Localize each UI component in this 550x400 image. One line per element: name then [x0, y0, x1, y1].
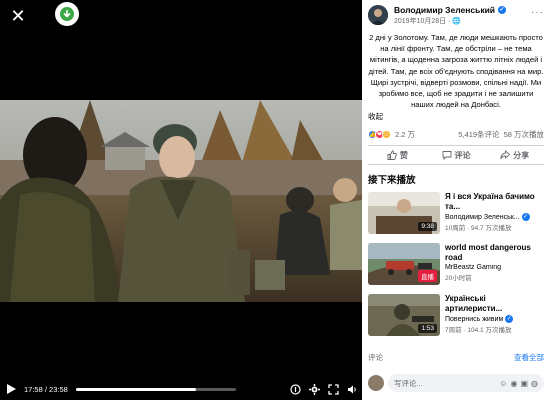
emoji-icon[interactable]: ☺	[499, 379, 507, 388]
post-author[interactable]: Володимир Зеленський ✓	[394, 5, 531, 15]
video-title[interactable]: Українські артилеристи...	[445, 294, 544, 314]
comment-placeholder: 写评论...	[394, 378, 423, 388]
fullscreen-icon[interactable]	[327, 383, 339, 395]
play-icon[interactable]	[4, 382, 18, 396]
more-options-icon[interactable]: ···	[531, 7, 544, 18]
globe-icon: 🌐	[452, 18, 462, 25]
post-counts: 5,419条评论 58 万次播放	[458, 129, 544, 140]
close-icon[interactable]: ✕	[8, 6, 28, 26]
post-stats: 👍 ❤ ☺ 2.2 万 5,419条评论 58 万次播放	[362, 128, 550, 140]
video-time: 17:58 / 23:58	[24, 384, 68, 394]
download-icon	[60, 7, 74, 21]
duration-badge: 9:38	[418, 222, 437, 232]
verified-icon: ✓	[505, 315, 514, 324]
video-meta: 7周前 · 104.1 万次播放	[445, 327, 512, 335]
avatar[interactable]	[368, 375, 384, 391]
list-item[interactable]: 9:38 Я і вся Україна бачимо та... Володи…	[362, 192, 550, 235]
video-info: Я і вся Україна бачимо та... Володимир З…	[445, 192, 544, 234]
thumbs-up-icon	[387, 150, 397, 161]
gif-icon[interactable]: ▣	[520, 379, 528, 388]
video-channel[interactable]: MrBeastz Gaming	[445, 264, 544, 271]
like-button[interactable]: 赞	[368, 150, 427, 161]
list-item[interactable]: 直播 world most dangerous road MrBeastz Ga…	[362, 243, 550, 286]
comments-label: 评论	[368, 353, 383, 362]
share-button[interactable]: 分享	[485, 150, 544, 161]
time-current: 17:58	[24, 384, 43, 394]
post-actions: 赞 评论 分享	[368, 145, 544, 166]
author-name[interactable]: Володимир Зеленський	[394, 5, 495, 15]
reaction-count[interactable]: 2.2 万	[395, 129, 415, 140]
comment-icon	[442, 151, 451, 161]
comment-input[interactable]: 写评论... ☺ ◉ ▣ ◍	[388, 374, 544, 392]
avatar[interactable]	[368, 5, 388, 25]
volume-icon[interactable]	[346, 383, 358, 395]
live-badge: 直播	[418, 270, 437, 283]
comments-header: 评论 查看全部	[362, 352, 550, 363]
video-thumbnail[interactable]: 1:53	[368, 294, 440, 337]
captions-icon[interactable]	[289, 383, 301, 395]
reactions[interactable]: 👍 ❤ ☺	[368, 129, 391, 139]
duration-badge: 1:53	[418, 324, 437, 334]
care-reaction-icon: ☺	[382, 129, 391, 139]
time-total: 23:58	[49, 384, 68, 394]
video-title[interactable]: world most dangerous road	[445, 243, 544, 263]
video-meta: 10周前 · 94.7 万次播放	[445, 225, 512, 233]
view-count: 58 万次播放	[503, 129, 544, 139]
video-thumbnail[interactable]: 直播	[368, 243, 440, 286]
sticker-icon[interactable]: ◍	[531, 379, 538, 388]
video-thumbnail[interactable]: 9:38	[368, 192, 440, 235]
comment-button[interactable]: 评论	[427, 150, 486, 161]
up-next-list: 9:38 Я і вся Україна бачимо та... Володи…	[362, 192, 550, 337]
settings-icon[interactable]	[308, 383, 320, 395]
video-title[interactable]: Я і вся Україна бачимо та...	[445, 192, 544, 212]
progress-bar[interactable]	[75, 387, 236, 391]
comment-input-icons: ☺ ◉ ▣ ◍	[499, 379, 538, 388]
write-comment-row: 写评论... ☺ ◉ ▣ ◍	[362, 374, 550, 392]
video-controls: 17:58 / 23:58	[0, 378, 362, 400]
progress-fill	[75, 387, 196, 391]
download-button[interactable]	[55, 2, 79, 26]
video-channel[interactable]: Володимир Зеленськ... ✓	[445, 213, 544, 222]
view-all-link[interactable]: 查看全部	[514, 352, 544, 363]
list-item[interactable]: 1:53 Українські артилеристи... Повернись…	[362, 294, 550, 337]
comment-count[interactable]: 5,419条评论	[458, 129, 499, 140]
verified-icon: ✓	[521, 213, 530, 222]
video-info: world most dangerous road MrBeastz Gamin…	[445, 243, 544, 285]
post-date[interactable]: 2019年10月28日 · 🌐	[394, 16, 531, 26]
up-next-heading: 接下来播放	[368, 175, 416, 187]
post-author-block: Володимир Зеленський ✓ 2019年10月28日 · 🌐	[394, 5, 531, 26]
control-icons	[289, 383, 358, 395]
video-meta: 20小时前	[445, 275, 472, 283]
side-panel: Володимир Зеленський ✓ 2019年10月28日 · 🌐 ·…	[362, 0, 550, 400]
share-icon	[500, 150, 511, 160]
collapse-link[interactable]: 收起	[362, 111, 550, 122]
video-info: Українські артилеристи... Повернись живи…	[445, 294, 544, 336]
post-header: Володимир Зеленський ✓ 2019年10月28日 · 🌐 ·…	[362, 0, 550, 32]
verified-icon: ✓	[498, 6, 507, 14]
post-text: 2 дні у Золотому. Там, де люди мешкають …	[368, 33, 544, 110]
video-channel[interactable]: Повернись живим ✓	[445, 315, 544, 324]
video-pane[interactable]: ✕ 17:58 / 23:58	[0, 0, 362, 400]
camera-icon[interactable]: ◉	[510, 379, 517, 388]
video-frame[interactable]	[0, 100, 362, 302]
